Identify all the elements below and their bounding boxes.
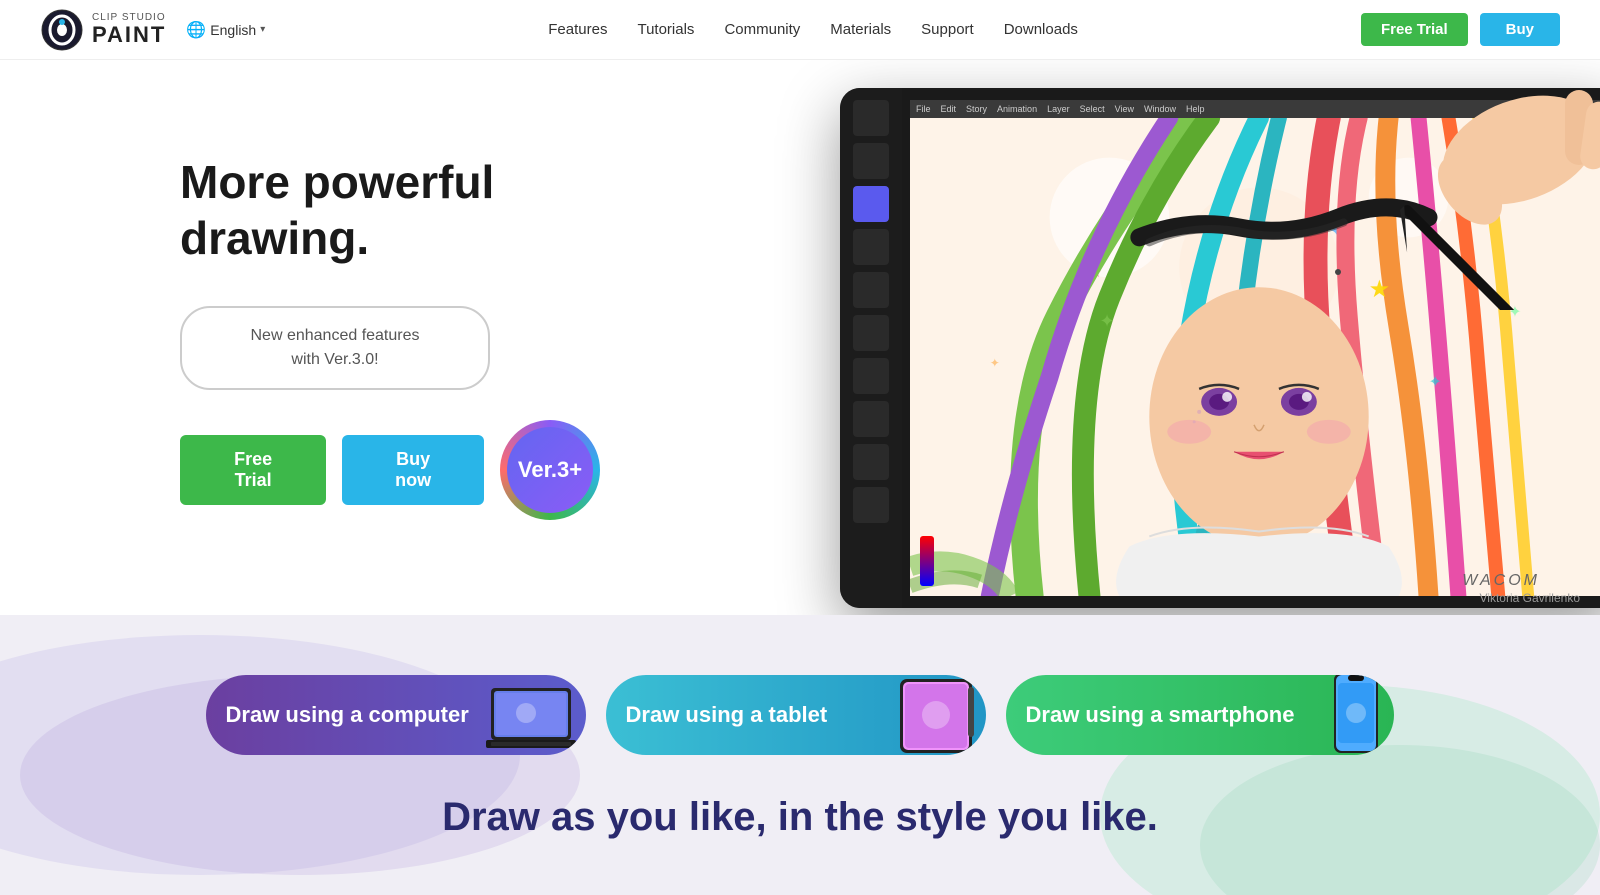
tablet-svg xyxy=(896,677,976,755)
draw-tablet-label: Draw using a tablet xyxy=(626,702,908,728)
globe-icon: 🌐 xyxy=(186,20,206,40)
hero-subtitle-line2: with Ver.3.0! xyxy=(291,351,378,368)
artwork-svg: ✦ ★ ✦ ✦ xyxy=(910,118,1600,596)
nav-materials[interactable]: Materials xyxy=(830,21,891,38)
header-buy-button[interactable]: Buy xyxy=(1480,13,1560,46)
toolbar-icon xyxy=(853,315,889,351)
version-badge-text: Ver.3+ xyxy=(518,459,582,481)
logo-text-block: CLIP STUDIO PAINT xyxy=(92,12,166,47)
svg-text:✦: ✦ xyxy=(1099,311,1114,331)
bottom-section-title: Draw as you like, in the style you like. xyxy=(0,795,1600,840)
hero-subtitle-line1: New enhanced features xyxy=(251,327,420,344)
toolbar-icon xyxy=(853,100,889,136)
draw-smartphone-label: Draw using a smartphone xyxy=(1026,702,1365,728)
chevron-down-icon: ▾ xyxy=(260,24,265,35)
header: CLIP STUDIO PAINT 🌐 English ▾ Features T… xyxy=(0,0,1600,60)
logo[interactable]: CLIP STUDIO PAINT xyxy=(40,8,166,52)
hero-title: More powerful drawing. xyxy=(180,155,600,265)
toolbar-icon xyxy=(853,444,889,480)
phone-preview xyxy=(1332,675,1380,755)
toolbar-icon xyxy=(853,401,889,437)
app-menu-bar: File Edit Story Animation Layer Select V… xyxy=(910,100,1600,118)
computer-preview xyxy=(486,683,576,755)
hero-free-trial-button[interactable]: Free Trial xyxy=(180,435,326,505)
toolbar-icon xyxy=(853,487,889,523)
nav-support[interactable]: Support xyxy=(921,21,974,38)
tablet-preview xyxy=(896,677,976,755)
language-label: English xyxy=(210,22,256,38)
svg-text:✦: ✦ xyxy=(990,355,1000,369)
hero-buy-now-button[interactable]: Buy now xyxy=(342,435,484,505)
nav-downloads[interactable]: Downloads xyxy=(1004,21,1078,38)
artwork-canvas: ✦ ★ ✦ ✦ xyxy=(910,118,1600,596)
computer-svg xyxy=(486,683,576,755)
toolbar-icon xyxy=(853,229,889,265)
language-selector[interactable]: 🌐 English ▾ xyxy=(186,20,265,40)
decorative-bg xyxy=(0,615,1600,895)
toolbar-icon xyxy=(853,272,889,308)
hero-section: More powerful drawing. New enhanced feat… xyxy=(0,60,1600,615)
logo-icon xyxy=(40,8,84,52)
device-buttons-row: Draw using a computer Draw using a table… xyxy=(0,675,1600,755)
bg-blobs-svg xyxy=(0,615,1600,895)
nav-community[interactable]: Community xyxy=(724,21,800,38)
toolbar-icon xyxy=(853,143,889,179)
header-free-trial-button[interactable]: Free Trial xyxy=(1361,13,1468,46)
svg-text:✦: ✦ xyxy=(1429,373,1442,390)
version-badge-inner: Ver.3+ xyxy=(507,427,593,513)
artwork-credit: Viktoria Gavrilenko xyxy=(1480,591,1581,605)
wacom-label: WACOM xyxy=(1462,572,1540,590)
toolbar-icon xyxy=(853,358,889,394)
nav-features[interactable]: Features xyxy=(548,21,607,38)
main-navigation: Features Tutorials Community Materials S… xyxy=(548,21,1078,38)
header-actions: Free Trial Buy xyxy=(1361,13,1560,46)
hero-right-panel: File Edit Story Animation Layer Select V… xyxy=(660,60,1600,615)
draw-tablet-button[interactable]: Draw using a tablet xyxy=(606,675,986,755)
logo-paint: PAINT xyxy=(92,23,166,47)
hero-left-panel: More powerful drawing. New enhanced feat… xyxy=(0,60,660,615)
draw-computer-button[interactable]: Draw using a computer xyxy=(206,675,586,755)
toolbar-icon-active xyxy=(853,186,889,222)
version-badge: Ver.3+ xyxy=(500,420,600,520)
color-palette xyxy=(920,536,934,586)
draw-smartphone-button[interactable]: Draw using a smartphone xyxy=(1006,675,1395,755)
header-left: CLIP STUDIO PAINT 🌐 English ▾ xyxy=(40,8,265,52)
hero-subtitle-box: New enhanced features with Ver.3.0! xyxy=(180,306,490,390)
app-toolbar xyxy=(840,88,902,608)
tablet-mockup: File Edit Story Animation Layer Select V… xyxy=(840,88,1600,608)
bottom-text-section: Draw as you like, in the style you like. xyxy=(0,795,1600,840)
nav-tutorials[interactable]: Tutorials xyxy=(637,21,694,38)
hero-buttons: Free Trial Buy now Ver.3+ xyxy=(180,420,600,520)
svg-text:★: ★ xyxy=(1369,276,1390,303)
bottom-banner: Draw using a computer Draw using a table… xyxy=(0,615,1600,895)
tablet-screen: File Edit Story Animation Layer Select V… xyxy=(910,100,1600,596)
phone-svg xyxy=(1332,675,1380,755)
